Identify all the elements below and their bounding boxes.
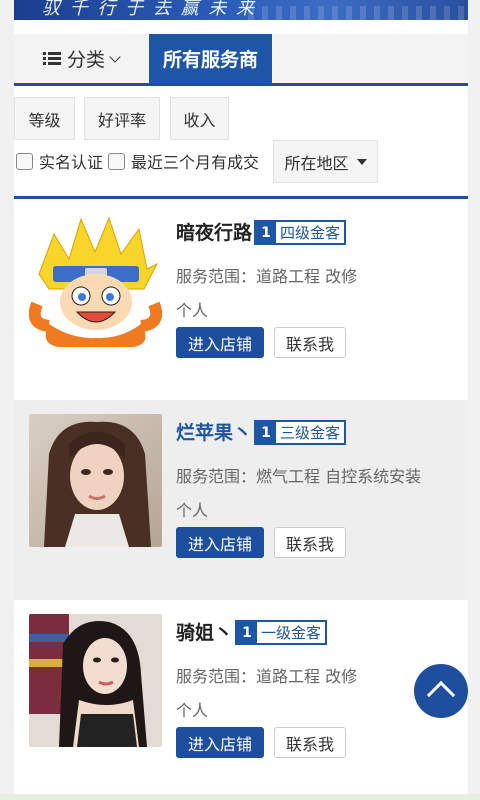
region-label: 所在地区 <box>284 153 349 173</box>
recent-deals-checkbox[interactable] <box>108 152 125 170</box>
banner-skyline <box>248 6 468 20</box>
list-divider <box>14 196 468 199</box>
tab-category-label: 分类 <box>66 49 105 71</box>
contact-button[interactable]: 联系我 <box>274 727 346 758</box>
level-badge: 1 一级金客 <box>235 620 328 645</box>
level-label: 一级金客 <box>261 624 322 642</box>
region-dropdown[interactable]: 所在地区 <box>273 140 378 183</box>
verified-label: 实名认证 <box>39 153 104 172</box>
right-gutter <box>468 0 480 800</box>
provider-type: 个人 <box>176 301 209 320</box>
level-badge: 1 三级金客 <box>254 420 347 445</box>
banner-slogan: 驭 千 行 于 去 赢 未 来 <box>42 0 257 19</box>
tab-all-providers[interactable]: 所有服务商 <box>149 34 272 83</box>
provider-name[interactable]: 暗夜行路 <box>176 218 252 245</box>
bottom-strip <box>0 794 480 800</box>
avatar[interactable] <box>29 214 162 347</box>
provider-type: 个人 <box>176 501 209 520</box>
contact-button[interactable]: 联系我 <box>274 527 346 558</box>
provider-card: 暗夜行路 1 四级金客 服务范围：道路工程 改修 个人 进入店铺 联系我 <box>14 200 468 400</box>
level-number: 1 <box>237 622 257 643</box>
avatar[interactable] <box>29 614 162 747</box>
service-scope: 服务范围：燃气工程 自控系统安装 <box>176 467 422 486</box>
caret-down-icon <box>356 158 367 165</box>
left-gutter <box>0 0 14 800</box>
enter-shop-button[interactable]: 进入店铺 <box>176 727 264 758</box>
provider-name[interactable]: 骑姐丶 <box>176 618 233 645</box>
contact-button[interactable]: 联系我 <box>274 327 346 358</box>
level-badge: 1 四级金客 <box>254 220 347 245</box>
enter-shop-button[interactable]: 进入店铺 <box>176 527 264 558</box>
provider-type: 个人 <box>176 701 209 720</box>
level-number: 1 <box>256 222 276 243</box>
arrow-up-icon <box>426 680 456 710</box>
provider-card: 烂苹果丶 1 三级金客 服务范围：燃气工程 自控系统安装 个人 进入店铺 联系我 <box>14 400 468 600</box>
tab-category[interactable]: 分类 <box>14 34 148 83</box>
filter-rating-button[interactable]: 好评率 <box>84 97 160 140</box>
chevron-down-icon <box>109 50 121 63</box>
filter-income-button[interactable]: 收入 <box>170 97 229 140</box>
level-label: 四级金客 <box>280 224 341 242</box>
service-scope: 服务范围：道路工程 改修 <box>176 267 358 286</box>
verified-filter[interactable]: 实名认证 <box>16 146 103 176</box>
tab-bar: 分类 所有服务商 <box>14 34 468 86</box>
recent-deals-label: 最近三个月有成交 <box>131 153 260 172</box>
recent-deals-filter[interactable]: 最近三个月有成交 <box>108 146 259 176</box>
list-icon <box>42 51 61 66</box>
avatar[interactable] <box>29 414 162 547</box>
header-banner: 驭 千 行 于 去 赢 未 来 <box>14 0 468 20</box>
verified-checkbox[interactable] <box>16 152 33 170</box>
level-number: 1 <box>256 422 276 443</box>
filter-level-button[interactable]: 等级 <box>14 97 75 140</box>
service-scope: 服务范围：道路工程 改修 <box>176 667 358 686</box>
level-label: 三级金客 <box>280 424 341 442</box>
provider-name[interactable]: 烂苹果丶 <box>176 418 252 445</box>
back-to-top-button[interactable] <box>414 664 468 718</box>
enter-shop-button[interactable]: 进入店铺 <box>176 327 264 358</box>
provider-card: 骑姐丶 1 一级金客 服务范围：道路工程 改修 个人 进入店铺 联系我 <box>14 600 468 800</box>
